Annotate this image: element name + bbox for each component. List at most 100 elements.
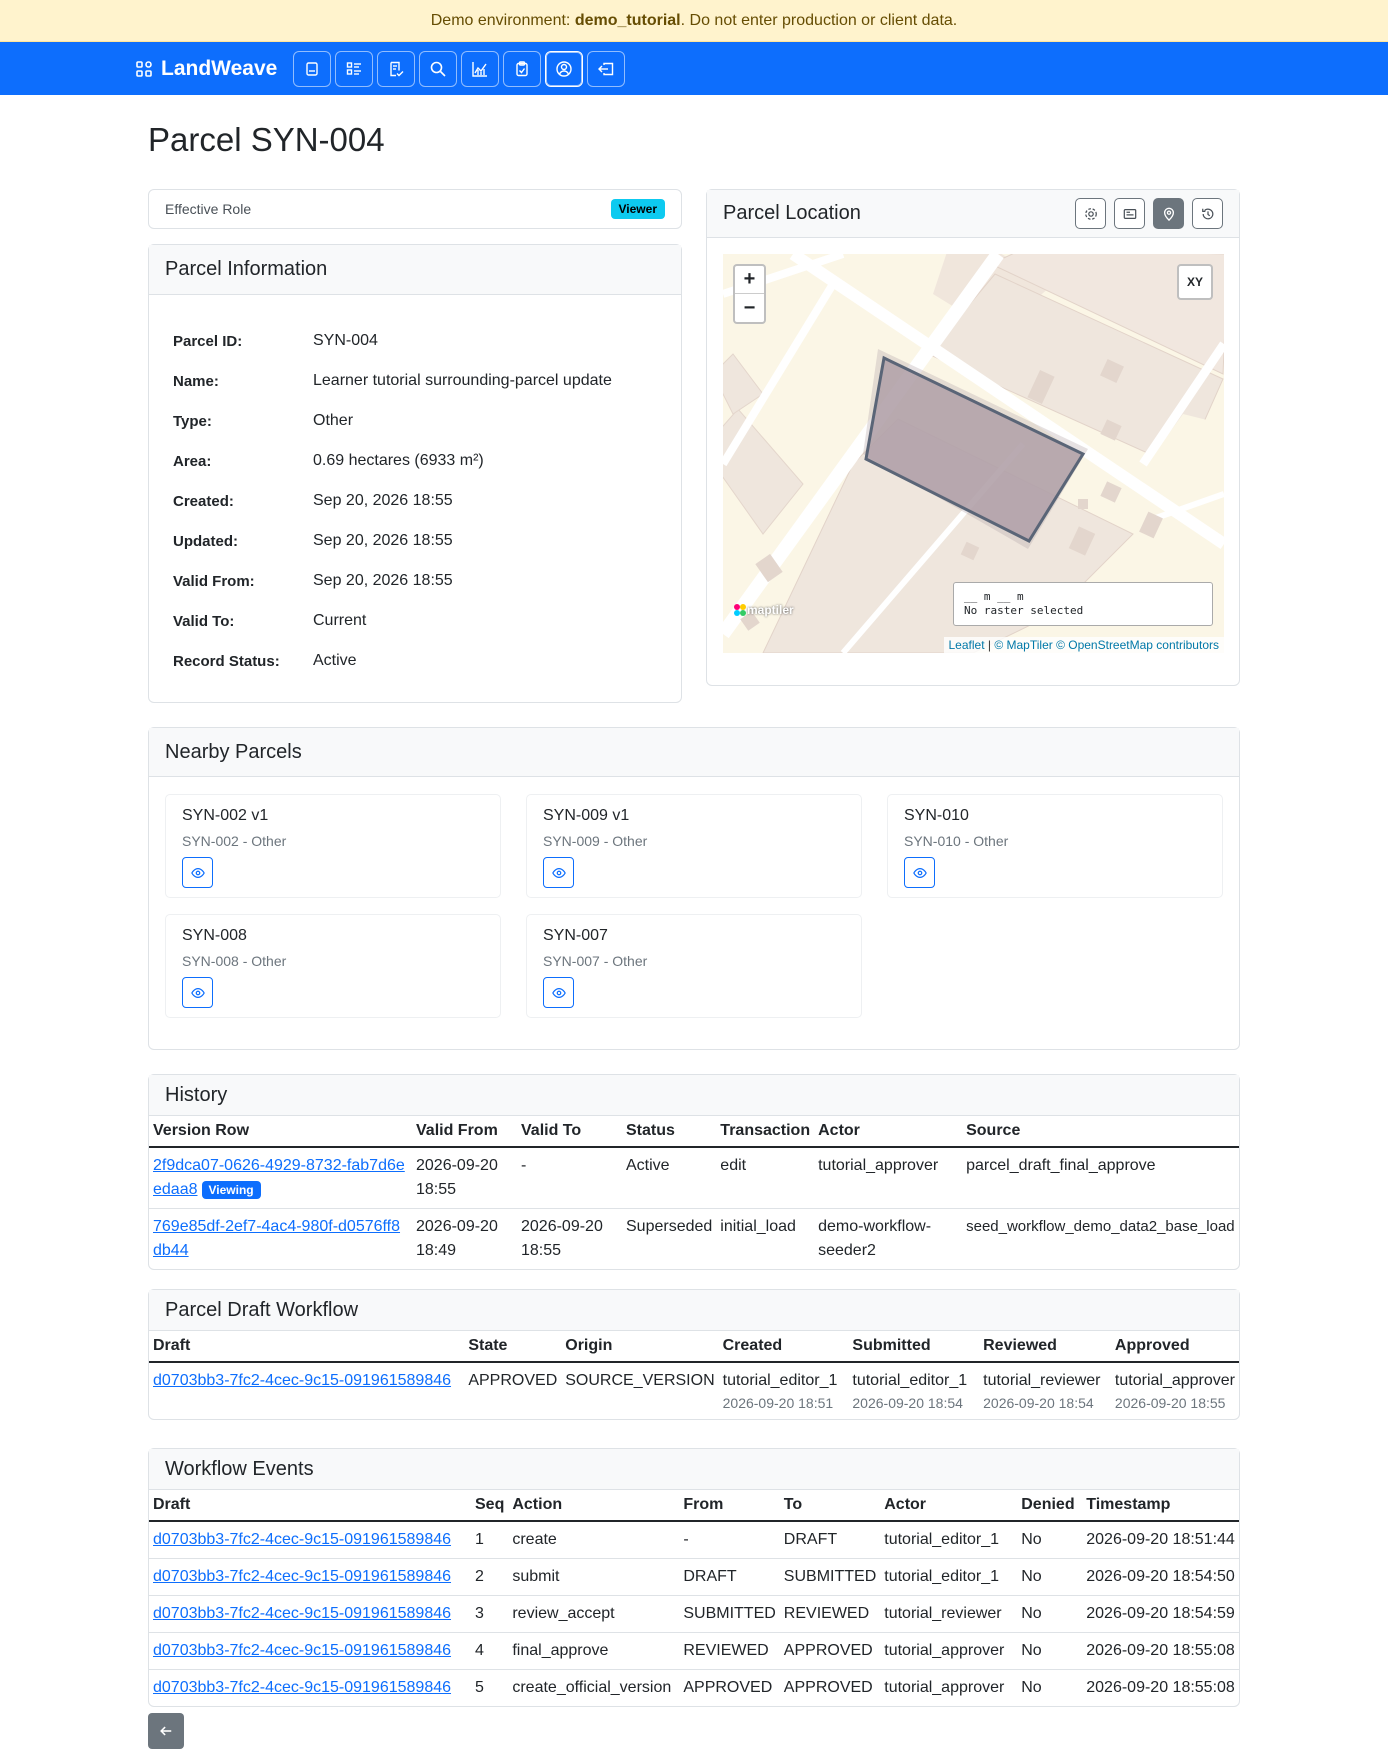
cell-actor: tutorial_approver (884, 1679, 1005, 1696)
version-row-link[interactable]: 2f9dca07-0626-4929-8732-fab7d6eedaa8 (153, 1157, 405, 1198)
clipboard-icon (516, 60, 529, 76)
tasks-icon (347, 61, 362, 75)
info-key: Record Status: (173, 652, 280, 670)
cell-actor: tutorial_editor_1 (880, 1521, 1018, 1559)
zoom-out-button[interactable]: − (735, 294, 764, 322)
created-at: 2026-09-20 18:51 (722, 1395, 834, 1411)
workflow-events-header: Workflow Events (149, 1449, 1239, 1490)
col-source: Source (962, 1116, 1239, 1148)
nav-logout-button[interactable] (587, 50, 626, 87)
workflow-events-card: Workflow Events Draft Seq Action From To… (148, 1448, 1240, 1707)
col-created: Created (718, 1331, 849, 1363)
cell-actor: demo-workflow-seeder2 (818, 1218, 932, 1259)
info-row-type: Type: Other (173, 401, 657, 441)
maptiler-logo-text: maptiler (747, 603, 794, 617)
cell-transaction: edit (716, 1147, 815, 1209)
cell-seq: 5 (475, 1679, 484, 1696)
nav-drafts-button[interactable] (377, 50, 416, 87)
view-parcel-button[interactable] (543, 857, 574, 888)
cell-valid-to: 2026-09-20 18:55 (521, 1218, 603, 1259)
nearby-parcel-card: SYN-008 SYN-008 - Other (165, 914, 501, 1018)
draft-link[interactable]: d0703bb3-7fc2-4cec-9c15-091961589846 (153, 1605, 451, 1622)
banner-suffix: . Do not enter production or client data… (680, 11, 958, 29)
maptiler-logo: maptiler (733, 603, 794, 617)
top-navbar: LandWeave (0, 42, 1388, 95)
cell-seq: 3 (471, 1595, 509, 1633)
view-parcel-button[interactable] (182, 977, 213, 1008)
view-parcel-button[interactable] (904, 857, 935, 888)
user-circle-icon (556, 60, 573, 77)
cell-denied: No (1021, 1679, 1042, 1696)
version-row-link[interactable]: 769e85df-2ef7-4ac4-980f-d0576ff8db44 (153, 1218, 400, 1259)
info-key: Type: (173, 412, 212, 430)
nav-search-button[interactable] (419, 50, 458, 87)
col-to: To (779, 1490, 881, 1522)
view-parcel-button[interactable] (543, 977, 574, 1008)
nav-reports-button[interactable] (461, 50, 500, 87)
search-icon (431, 61, 446, 77)
nearby-parcel-title: SYN-002 v1 (182, 807, 269, 824)
nav-list-button[interactable] (293, 50, 332, 87)
cell-source: seed_workflow_demo_data2_base_load (966, 1218, 1235, 1235)
gear-icon (1084, 207, 1097, 220)
nav-profile-button[interactable] (545, 50, 584, 87)
col-approved: Approved (1110, 1331, 1239, 1363)
cell-seq: 1 (471, 1521, 509, 1559)
cell-timestamp: 2026-09-20 18:55:08 (1082, 1632, 1239, 1670)
nearby-parcel-title: SYN-010 (904, 807, 969, 824)
map-layer-button[interactable] (1114, 198, 1145, 229)
map-location-button[interactable] (1153, 198, 1184, 229)
info-value: Sep 20, 2026 18:55 (313, 532, 453, 549)
chart-icon (472, 61, 488, 77)
list-icon (306, 61, 319, 76)
leaflet-link[interactable]: Leaflet (949, 638, 985, 652)
col-state: State (464, 1331, 562, 1363)
zoom-in-button[interactable]: + (735, 266, 764, 294)
eye-icon (551, 867, 566, 878)
brand-name: LandWeave (161, 56, 278, 80)
nav-tasks-button[interactable] (335, 50, 374, 87)
logout-icon (598, 62, 614, 75)
nearby-parcels-card: Nearby Parcels SYN-002 v1 SYN-002 - Othe… (148, 727, 1240, 1050)
map-history-button[interactable] (1192, 198, 1223, 229)
cell-action: final_approve (508, 1632, 680, 1670)
info-value: Current (313, 612, 367, 629)
submitted-by: tutorial_editor_1 (852, 1372, 968, 1389)
draft-link[interactable]: d0703bb3-7fc2-4cec-9c15-091961589846 (153, 1568, 451, 1585)
cell-timestamp: 2026-09-20 18:54:59 (1082, 1595, 1239, 1633)
role-badge: Viewer (610, 199, 665, 219)
col-transaction: Transaction (716, 1116, 815, 1148)
cell-from: REVIEWED (679, 1632, 780, 1670)
draft-link[interactable]: d0703bb3-7fc2-4cec-9c15-091961589846 (153, 1531, 451, 1548)
nearby-parcel-subtitle: SYN-008 - Other (182, 953, 287, 969)
col-status: Status (622, 1116, 717, 1148)
cell-timestamp: 2026-09-20 18:54:50 (1082, 1558, 1239, 1596)
back-button[interactable] (148, 1713, 184, 1749)
col-valid-from: Valid From (412, 1116, 517, 1148)
draft-link[interactable]: d0703bb3-7fc2-4cec-9c15-091961589846 (153, 1642, 451, 1659)
parcel-map[interactable]: + − XY maptiler __ m __ m No raster sele… (723, 254, 1224, 653)
nav-clipboard-button[interactable] (503, 50, 542, 87)
xy-coordinates-button[interactable]: XY (1177, 264, 1213, 300)
cell-actor: tutorial_approver (814, 1147, 963, 1209)
maptiler-logo-icon (734, 604, 746, 616)
tile-attribution[interactable]: © MapTiler © OpenStreetMap contributors (994, 638, 1219, 652)
nearby-parcel-card: SYN-002 v1 SYN-002 - Other (165, 794, 501, 898)
draft-link[interactable]: d0703bb3-7fc2-4cec-9c15-091961589846 (153, 1372, 451, 1389)
history-table: Version Row Valid From Valid To Status T… (149, 1116, 1239, 1269)
draft-link[interactable]: d0703bb3-7fc2-4cec-9c15-091961589846 (153, 1679, 451, 1696)
eye-icon (190, 867, 205, 878)
created-by: tutorial_editor_1 (722, 1372, 838, 1389)
cell-valid-to: - (517, 1147, 622, 1209)
cell-seq: 2 (471, 1558, 509, 1596)
info-value: Sep 20, 2026 18:55 (313, 572, 453, 589)
col-valid-to: Valid To (517, 1116, 622, 1148)
map-settings-button[interactable] (1075, 198, 1106, 229)
brand-link[interactable]: LandWeave (136, 57, 277, 81)
cell-denied: No (1017, 1632, 1083, 1670)
cell-to: DRAFT (779, 1521, 881, 1559)
view-parcel-button[interactable] (182, 857, 213, 888)
table-row: d0703bb3-7fc2-4cec-9c15-091961589846 3 r… (149, 1595, 1239, 1633)
cell-denied: No (1017, 1521, 1083, 1559)
cell-actor: tutorial_approver (880, 1632, 1018, 1670)
